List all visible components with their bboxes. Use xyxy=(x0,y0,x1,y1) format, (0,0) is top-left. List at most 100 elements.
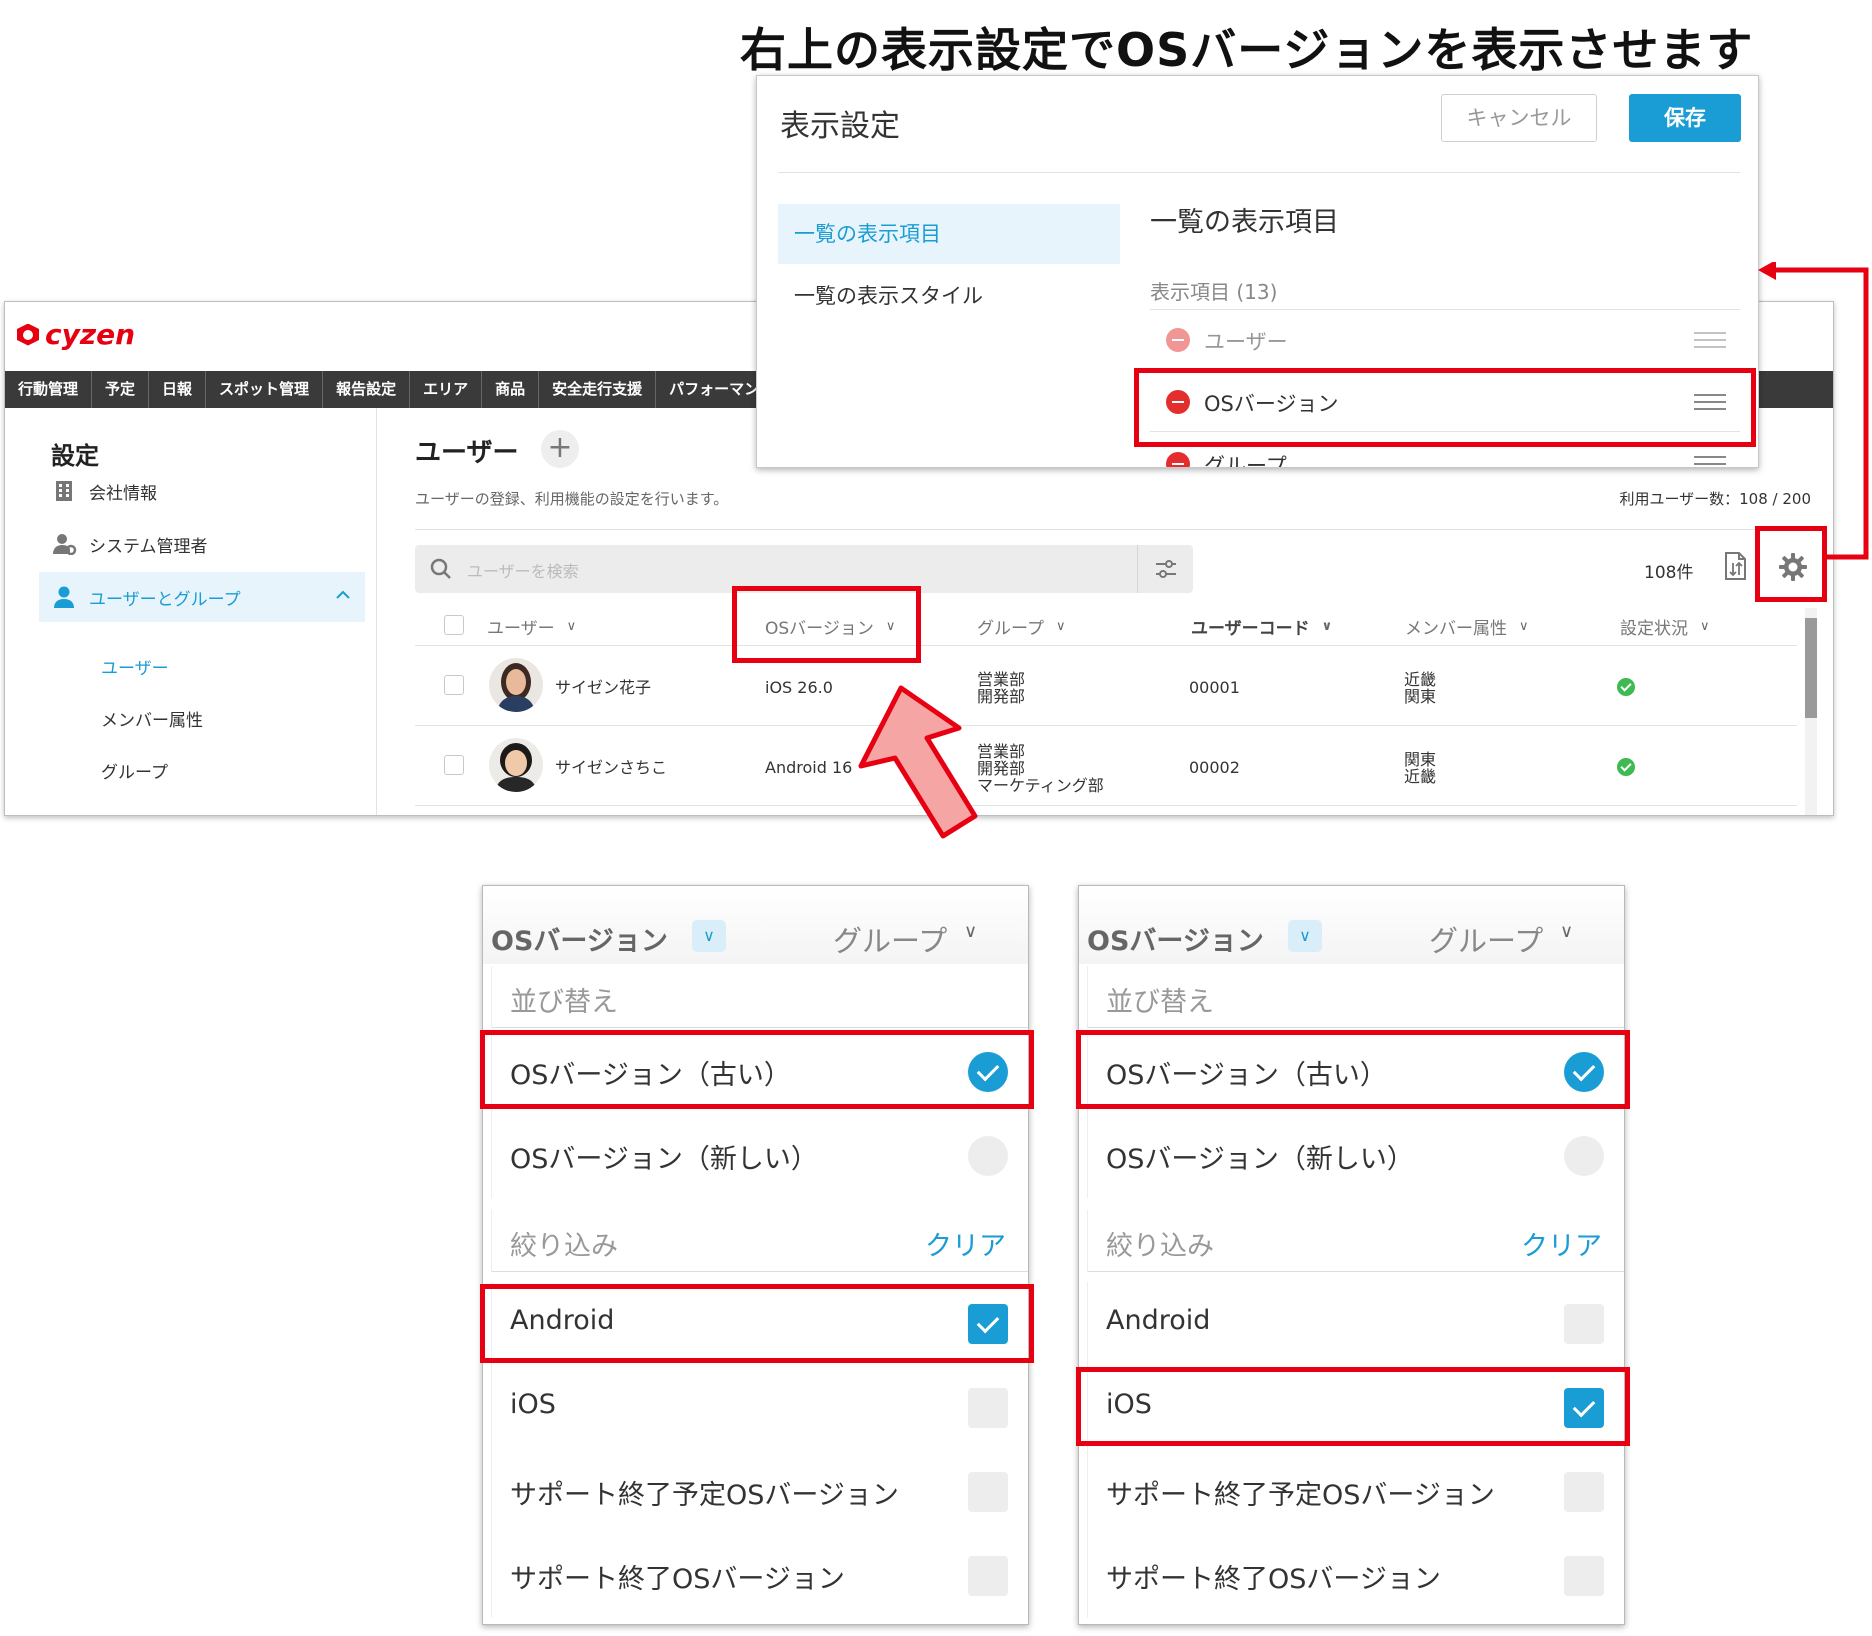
add-user-button[interactable]: + xyxy=(541,430,579,468)
drag-handle-icon[interactable] xyxy=(1694,394,1726,410)
sidebar-subitem-member-attributes[interactable]: メンバー属性 xyxy=(101,706,203,731)
modal-nav-list-style[interactable]: 一覧の表示スタイル xyxy=(778,266,1120,326)
nav-item-products[interactable]: 商品 xyxy=(482,371,540,408)
option-label: iOS xyxy=(1106,1389,1152,1420)
remove-icon[interactable] xyxy=(1166,328,1190,352)
filter-option[interactable]: Android xyxy=(491,1282,1028,1366)
sidebar-subitem-groups[interactable]: グループ xyxy=(101,758,168,783)
chevron-down-icon[interactable]: ∨ xyxy=(964,921,977,942)
drag-handle-icon[interactable] xyxy=(1694,456,1726,467)
chevron-down-icon: ∨ xyxy=(1321,619,1333,634)
sidebar-item-label: システム管理者 xyxy=(89,536,208,557)
group-list: 営業部 開発部 xyxy=(977,670,1026,706)
filter-option[interactable]: iOS xyxy=(1087,1366,1624,1450)
sort-option[interactable]: OSバージョン（新しい） xyxy=(1087,1114,1624,1198)
radio-selected[interactable] xyxy=(1564,1052,1604,1092)
column-header-group[interactable]: グループ xyxy=(833,918,947,960)
status-ok-icon xyxy=(1617,758,1635,776)
cyzen-logo[interactable]: cyzen xyxy=(17,318,135,351)
sidebar-item-users-groups[interactable]: ユーザーとグループ xyxy=(39,572,365,622)
save-button[interactable]: 保存 xyxy=(1629,94,1741,142)
chevron-down-icon: ∨ xyxy=(885,619,896,634)
checkbox-unchecked[interactable] xyxy=(968,1472,1008,1512)
row-checkbox[interactable] xyxy=(444,675,464,695)
filter-option[interactable]: サポート終了予定OSバージョン xyxy=(1087,1450,1624,1534)
column-header-status[interactable]: 設定状況 ∨ xyxy=(1620,614,1710,639)
option-label: OSバージョン（新しい） xyxy=(510,1144,818,1175)
csv-export-icon[interactable] xyxy=(1723,551,1749,585)
sidebar-subitem-users[interactable]: ユーザー xyxy=(101,654,169,679)
sidebar-item-label: ユーザーとグループ xyxy=(89,589,241,610)
filter-label: 絞り込み xyxy=(1106,1231,1214,1262)
scrollbar-thumb[interactable] xyxy=(1805,618,1817,718)
nav-item-area[interactable]: エリア xyxy=(410,371,483,408)
column-header-user[interactable]: ユーザー ∨ xyxy=(487,614,576,639)
user-name[interactable]: サイゼン花子 xyxy=(555,679,651,696)
mobile-filter-panel: OSバージョン ∨ グループ ∨ 並び替え OSバージョン（古い） OSバージョ… xyxy=(1078,885,1625,1625)
user-count: 利用ユーザー数：108 / 200 xyxy=(1619,490,1811,508)
search-input[interactable]: ユーザーを検索 xyxy=(467,558,579,582)
column-header-os-version[interactable]: OSバージョン xyxy=(1087,919,1264,958)
nav-item-safe-driving[interactable]: 安全走行支援 xyxy=(539,371,657,408)
radio-unselected[interactable] xyxy=(1564,1136,1604,1176)
admin-user-icon xyxy=(53,533,77,556)
remove-icon[interactable] xyxy=(1166,390,1190,414)
display-item-row[interactable]: グループ xyxy=(1150,434,1740,467)
filter-settings-icon[interactable] xyxy=(1137,545,1193,593)
column-header-bar: OSバージョン ∨ グループ ∨ xyxy=(483,886,1028,964)
chevron-down-icon[interactable]: ∨ xyxy=(692,920,726,952)
checkbox-unchecked[interactable] xyxy=(1564,1556,1604,1596)
filter-option[interactable]: Android xyxy=(1087,1282,1624,1366)
select-all-checkbox[interactable] xyxy=(444,615,464,635)
display-item-row[interactable]: OSバージョン xyxy=(1150,372,1740,432)
filter-option[interactable]: iOS xyxy=(491,1366,1028,1450)
checkbox-checked[interactable] xyxy=(968,1304,1008,1344)
sort-option[interactable]: OSバージョン（新しい） xyxy=(491,1114,1028,1198)
nav-item-schedule[interactable]: 予定 xyxy=(92,371,150,408)
drag-handle-icon[interactable] xyxy=(1694,332,1726,348)
modal-nav-list-items[interactable]: 一覧の表示項目 xyxy=(778,204,1120,264)
chevron-down-icon[interactable]: ∨ xyxy=(1560,921,1573,942)
filter-option[interactable]: サポート終了OSバージョン xyxy=(1087,1534,1624,1618)
member-attributes: 近畿 関東 xyxy=(1404,670,1437,706)
column-header-member-attribute[interactable]: メンバー属性 ∨ xyxy=(1405,614,1529,639)
sidebar-item-system-admin[interactable]: システム管理者 xyxy=(39,519,365,569)
nav-item-activity[interactable]: 行動管理 xyxy=(5,371,93,408)
display-item-row[interactable]: ユーザー xyxy=(1150,310,1740,370)
sort-label: 並び替え xyxy=(510,987,618,1018)
chevron-down-icon[interactable]: ∨ xyxy=(1288,920,1322,952)
sort-option[interactable]: OSバージョン（古い） xyxy=(1087,1030,1624,1114)
checkbox-unchecked[interactable] xyxy=(1564,1304,1604,1344)
main-content: ユーザー + ユーザーの登録、利用機能の設定を行います。 利用ユーザー数：108… xyxy=(377,408,1833,815)
checkbox-unchecked[interactable] xyxy=(968,1556,1008,1596)
clear-filter-link[interactable]: クリア xyxy=(1521,1224,1602,1263)
row-checkbox[interactable] xyxy=(444,755,464,775)
checkbox-unchecked[interactable] xyxy=(968,1388,1008,1428)
filter-option[interactable]: サポート終了予定OSバージョン xyxy=(491,1450,1028,1534)
user-name[interactable]: サイゼンさちこ xyxy=(555,759,667,776)
column-header-group[interactable]: グループ ∨ xyxy=(977,614,1066,639)
nav-item-daily-report[interactable]: 日報 xyxy=(149,371,207,408)
cancel-button[interactable]: キャンセル xyxy=(1441,94,1597,142)
sort-option[interactable]: OSバージョン（古い） xyxy=(491,1030,1028,1114)
chevron-up-icon[interactable] xyxy=(335,586,351,605)
checkbox-checked[interactable] xyxy=(1564,1388,1604,1428)
page-title: ユーザー xyxy=(415,438,519,468)
remove-icon[interactable] xyxy=(1166,452,1190,467)
search-bar[interactable]: ユーザーを検索 xyxy=(415,545,1193,593)
nav-item-report-settings[interactable]: 報告設定 xyxy=(323,371,411,408)
sort-label: 並び替え xyxy=(1106,987,1214,1018)
sidebar-item-company[interactable]: 会社情報 xyxy=(39,466,365,516)
clear-filter-link[interactable]: クリア xyxy=(925,1224,1006,1263)
column-header-os-version[interactable]: OSバージョン ∨ xyxy=(765,614,895,639)
radio-selected[interactable] xyxy=(968,1052,1008,1092)
option-label: OSバージョン（古い） xyxy=(510,1060,791,1091)
checkbox-unchecked[interactable] xyxy=(1564,1472,1604,1512)
display-settings-button[interactable] xyxy=(1770,545,1816,593)
column-header-os-version[interactable]: OSバージョン xyxy=(491,919,668,958)
filter-option[interactable]: サポート終了OSバージョン xyxy=(491,1534,1028,1618)
radio-unselected[interactable] xyxy=(968,1136,1008,1176)
column-header-group[interactable]: グループ xyxy=(1429,918,1543,960)
nav-item-spot[interactable]: スポット管理 xyxy=(206,371,324,408)
column-header-user-code[interactable]: ユーザーコード ∨ xyxy=(1191,614,1332,639)
